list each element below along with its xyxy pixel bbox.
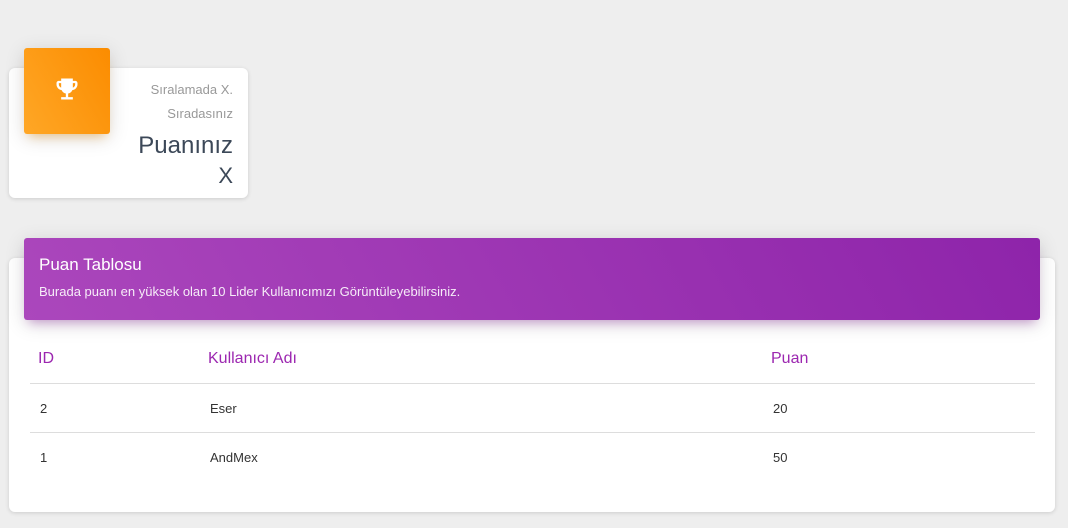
trophy-icon [53,75,81,108]
row-id: 2 [30,383,200,433]
row-username: Eser [200,383,763,433]
table-header-row: ID Kullanıcı Adı Puan [30,335,1035,384]
scoreboard-description: Burada puanı en yüksek olan 10 Lider Kul… [39,284,461,299]
stats-icon-box [24,48,110,134]
table-row: 2 Eser 20 [30,383,1035,433]
column-header-score: Puan [763,335,1035,384]
column-header-username: Kullanıcı Adı [200,335,763,384]
score-label: Puanınız [138,132,233,159]
scoreboard-title: Puan Tablosu [39,255,142,274]
scoreboard-table: ID Kullanıcı Adı Puan 2 Eser 20 1 AndMex… [30,335,1035,481]
table-row: 1 AndMex 50 [30,433,1035,482]
row-id: 1 [40,449,48,465]
row-username: AndMex [210,449,258,465]
rank-text: Sıralamada X. Sıradasınız [150,82,233,121]
row-score: 50 [773,449,788,465]
stats-text: Sıralamada X. Sıradasınız Puanınız X [123,78,233,190]
scoreboard-header: Puan Tablosu Burada puanı en yüksek olan… [24,238,1040,320]
row-score: 20 [763,383,1035,433]
column-header-id: ID [30,335,200,384]
score-value: X [218,163,233,188]
